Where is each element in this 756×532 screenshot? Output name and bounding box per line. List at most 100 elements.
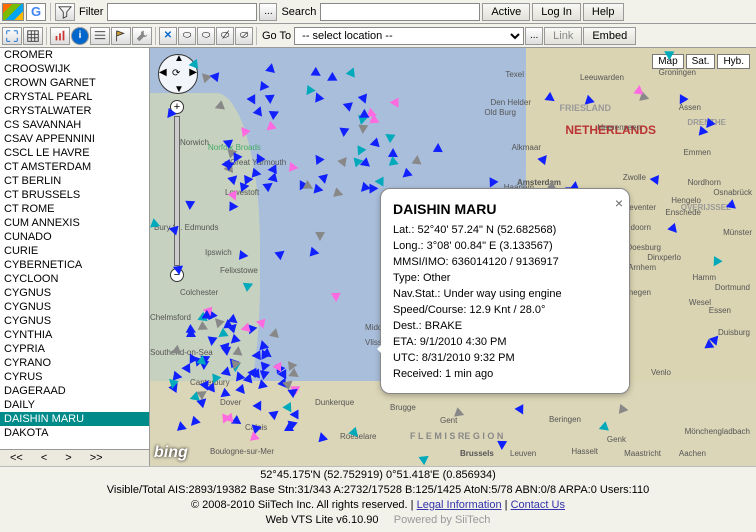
link-break-icon[interactable]: ⬭̸ (216, 27, 234, 45)
popup-type: Type: Other (393, 271, 617, 287)
vessel-list-item[interactable]: CYNTHIA (0, 328, 149, 342)
google-icon[interactable]: G (26, 3, 46, 21)
divider (50, 3, 51, 21)
expand-icon[interactable] (2, 27, 22, 45)
embed-button[interactable]: Embed (583, 27, 636, 45)
vessel-list-item[interactable]: CUNADO (0, 230, 149, 244)
link-icon-1[interactable]: ⬭ (178, 27, 196, 45)
funnel-icon[interactable] (55, 3, 75, 21)
bing-logo: bing (154, 444, 188, 462)
vessel-list-item[interactable]: CROMER (0, 48, 149, 62)
link-icon-2[interactable]: ⬭ (197, 27, 215, 45)
vessel-list-item[interactable]: CRYSTALWATER (0, 104, 149, 118)
pager-last[interactable]: >> (90, 452, 103, 464)
vessel-list-item[interactable]: CYBERNETICA (0, 258, 149, 272)
vessel-list-item[interactable]: CT ROME (0, 202, 149, 216)
login-button[interactable]: Log In (532, 3, 581, 21)
pager-first[interactable]: << (10, 452, 23, 464)
legal-link[interactable]: Legal Information (417, 499, 502, 511)
vessel-list-item[interactable]: DAILY (0, 398, 149, 412)
active-button[interactable]: Active (482, 3, 530, 21)
map[interactable]: NETHERLANDS FRIESLAND DRENTHE OVERIJSSEL… (150, 48, 756, 466)
vessel-list-item[interactable]: CT AMSTERDAM (0, 160, 149, 174)
chart-icon[interactable] (50, 27, 70, 45)
vessel-list-item[interactable]: DAGERAAD (0, 384, 149, 398)
popup-close-icon[interactable]: × (615, 193, 623, 213)
popup-utc: UTC: 8/31/2010 9:32 PM (393, 351, 617, 367)
vessel-list-item[interactable]: CUM ANNEXIS (0, 216, 149, 230)
map-type-sat[interactable]: Sat. (686, 54, 716, 69)
broken-link-icon[interactable]: ⬭̷ (235, 27, 253, 45)
vessel-list[interactable]: CROMERCROOSWIJKCROWN GARNETCRYSTAL PEARL… (0, 48, 149, 449)
popup-eta: ETA: 9/1/2010 4:30 PM (393, 335, 617, 351)
vessel-sidebar: CROMERCROOSWIJKCROWN GARNETCRYSTAL PEARL… (0, 48, 150, 466)
goto-options-button[interactable]: ... (525, 27, 543, 45)
list-icon[interactable] (90, 27, 110, 45)
zoom-slider[interactable]: + − (170, 100, 184, 282)
map-type-map[interactable]: Map (652, 54, 683, 69)
vessel-list-item[interactable]: CT BRUSSELS (0, 188, 149, 202)
pan-left-icon[interactable]: ◀ (159, 67, 167, 78)
pan-up-icon[interactable]: ▲ (174, 53, 184, 64)
vessel-list-item[interactable]: CYGNUS (0, 314, 149, 328)
status-bar: 52°45.175'N (52.752919) 0°51.418'E (0.85… (0, 466, 756, 528)
vessel-list-item[interactable]: CYRANO (0, 356, 149, 370)
vessel-list-item[interactable]: CSAV APPENNINI (0, 132, 149, 146)
windows-icon[interactable] (2, 3, 24, 21)
top-toolbar: G Filter ... Search Active Log In Help (0, 0, 756, 24)
vessel-list-item[interactable]: CYRUS (0, 370, 149, 384)
vessel-list-item[interactable]: CURIE (0, 244, 149, 258)
powered-by: Powered by SiiTech (394, 514, 491, 526)
pager-prev[interactable]: < (41, 452, 47, 464)
pan-down-icon[interactable]: ▼ (174, 84, 184, 95)
zoom-track[interactable] (174, 116, 180, 266)
pan-right-icon[interactable]: ▶ (189, 67, 197, 78)
contact-link[interactable]: Contact Us (511, 499, 565, 511)
close-tool-icon[interactable]: ✕ (159, 27, 177, 45)
wrench-icon[interactable] (132, 27, 152, 45)
region-friesland: FRIESLAND (560, 103, 612, 113)
vessel-list-item[interactable]: CYGNUS (0, 286, 149, 300)
vessel-list-item[interactable]: CRYSTAL PEARL (0, 90, 149, 104)
flag-icon[interactable] (111, 27, 131, 45)
popup-nav: Nav.Stat.: Under way using engine (393, 287, 617, 303)
vessel-list-item[interactable]: CROOSWIJK (0, 62, 149, 76)
link-button[interactable]: Link (544, 27, 582, 45)
popup-recv: Received: 1 min ago (393, 367, 617, 383)
divider (155, 27, 156, 45)
vessel-list-item[interactable]: CROWN GARNET (0, 76, 149, 90)
zoom-out-button[interactable]: − (170, 268, 184, 282)
pan-center-icon[interactable]: ⟳ (172, 68, 180, 79)
info-icon[interactable]: i (71, 27, 89, 45)
vessel-list-item[interactable]: CYPRIA (0, 342, 149, 356)
status-stats: Visible/Total AIS:2893/19382 Base Stn:31… (0, 483, 756, 498)
pager: << < > >> (0, 449, 149, 466)
pan-control[interactable]: ▲ ▼ ◀ ▶ ⟳ (158, 54, 198, 94)
divider (256, 27, 257, 45)
status-copyright-line: © 2008-2010 SiiTech Inc. All rights rese… (0, 498, 756, 513)
search-input[interactable] (320, 3, 480, 21)
filter-dropdown-button[interactable]: ... (259, 3, 277, 21)
vessel-info-popup: × DAISHIN MARU Lat.: 52°40' 57.24" N (52… (380, 188, 630, 394)
help-button[interactable]: Help (583, 3, 624, 21)
popup-mmsi: MMSI/IMO: 636014120 / 9136917 (393, 255, 617, 271)
popup-speed: Speed/Course: 12.9 Knt / 28.0° (393, 303, 617, 319)
vessel-list-item[interactable]: CT BERLIN (0, 174, 149, 188)
location-select[interactable]: -- select location -- (294, 27, 524, 45)
pager-next[interactable]: > (65, 452, 71, 464)
content: CROMERCROOSWIJKCROWN GARNETCRYSTAL PEARL… (0, 48, 756, 466)
region-drenthe: DRENTHE (687, 118, 726, 127)
map-type-switch: Map Sat. Hyb. (652, 54, 750, 69)
map-nav-controls: ▲ ▼ ◀ ▶ ⟳ + − (158, 54, 198, 282)
vessel-list-item[interactable]: DAKOTA (0, 426, 149, 440)
vessel-list-item[interactable]: CSCL LE HAVRE (0, 146, 149, 160)
vessel-list-item[interactable]: CYGNUS (0, 300, 149, 314)
grid-icon[interactable] (23, 27, 43, 45)
vessel-list-item[interactable]: CYCLOON (0, 272, 149, 286)
filter-input[interactable] (107, 3, 257, 21)
vessel-list-item[interactable]: CS SAVANNAH (0, 118, 149, 132)
status-version-line: Web VTS Lite v6.10.90 Powered by SiiTech (0, 513, 756, 528)
zoom-in-button[interactable]: + (170, 100, 184, 114)
map-type-hyb[interactable]: Hyb. (717, 54, 750, 69)
vessel-list-item[interactable]: DAISHIN MARU (0, 412, 149, 426)
